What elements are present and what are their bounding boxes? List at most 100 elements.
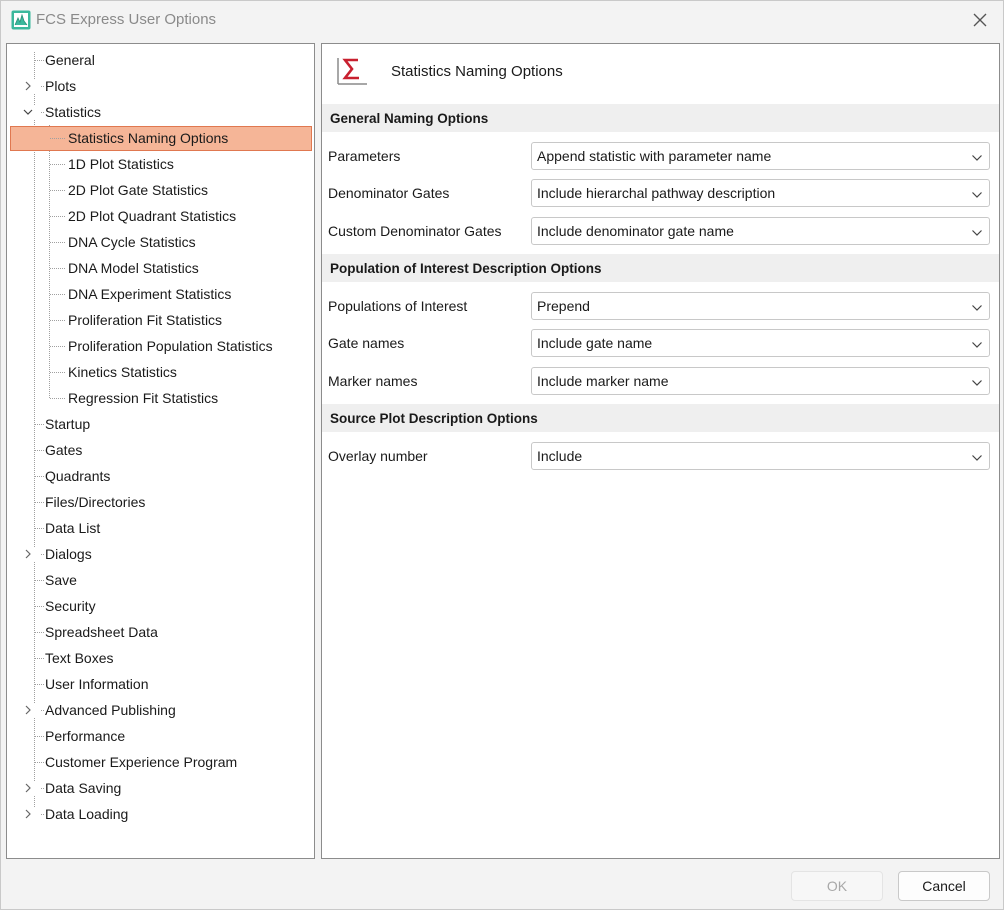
option-label-custom-denominator-gates: Custom Denominator Gates (328, 223, 502, 239)
tree-guide-line (41, 710, 44, 711)
chevron-down-icon (971, 301, 983, 313)
chevron-down-icon[interactable] (21, 105, 35, 119)
option-label-parameters: Parameters (328, 148, 401, 164)
tree-item-statistics[interactable]: Statistics (7, 99, 314, 125)
tree-guide-line (34, 450, 44, 451)
tree-item-advanced-publishing[interactable]: Advanced Publishing (7, 697, 314, 723)
tree-guide-line (34, 658, 44, 659)
option-label-marker-names: Marker names (328, 373, 418, 389)
tree-guide-line (34, 736, 44, 737)
tree-item-label: Security (45, 598, 96, 614)
tree-item-1d-plot-statistics[interactable]: 1D Plot Statistics (7, 151, 314, 177)
tree-item-label: 1D Plot Statistics (68, 156, 174, 172)
tree-item-proliferation-fit-statistics[interactable]: Proliferation Fit Statistics (7, 307, 314, 333)
tree-item-text-boxes[interactable]: Text Boxes (7, 645, 314, 671)
tree-guide-line (34, 606, 44, 607)
select-denominator-gates[interactable]: Include hierarchal pathway description (531, 179, 990, 207)
tree-item-security[interactable]: Security (7, 593, 314, 619)
select-value: Include denominator gate name (537, 223, 734, 239)
tree-item-customer-experience-program[interactable]: Customer Experience Program (7, 749, 314, 775)
tree-item-dna-cycle-statistics[interactable]: DNA Cycle Statistics (7, 229, 314, 255)
select-marker-names[interactable]: Include marker name (531, 367, 990, 395)
tree-item-label: Data Saving (45, 780, 122, 796)
tree-guide-line (50, 320, 65, 321)
tree-guide-line (50, 398, 65, 399)
cancel-button[interactable]: Cancel (898, 871, 990, 901)
tree-item-dna-experiment-statistics[interactable]: DNA Experiment Statistics (7, 281, 314, 307)
tree-item-label: General (45, 52, 95, 68)
tree-item-quadrants[interactable]: Quadrants (7, 463, 314, 489)
tree-guide-line (50, 294, 65, 295)
tree-item-startup[interactable]: Startup (7, 411, 314, 437)
tree-guide-line (50, 372, 65, 373)
chevron-down-icon (971, 151, 983, 163)
chevron-right-icon[interactable] (21, 807, 35, 821)
tree-item-label: Save (45, 572, 77, 588)
chevron-right-icon[interactable] (21, 781, 35, 795)
tree-item-dialogs[interactable]: Dialogs (7, 541, 314, 567)
tree-item-gates[interactable]: Gates (7, 437, 314, 463)
tree-guide-line (50, 242, 65, 243)
select-overlay-number[interactable]: Include (531, 442, 990, 470)
tree-item-user-information[interactable]: User Information (7, 671, 314, 697)
tree-item-statistics-naming-options[interactable]: Statistics Naming Options (7, 125, 314, 151)
content-header: Statistics Naming Options (322, 44, 999, 102)
content-panel: Statistics Naming Options General Naming… (321, 43, 1000, 859)
tree-item-label: Performance (45, 728, 126, 744)
tree-item-dna-model-statistics[interactable]: DNA Model Statistics (7, 255, 314, 281)
tree-guide-line (41, 86, 44, 87)
tree-guide-line (34, 60, 44, 61)
option-label-overlay-number: Overlay number (328, 448, 428, 464)
tree-guide-line (41, 112, 44, 113)
tree-item-data-loading[interactable]: Data Loading (7, 801, 314, 827)
options-dialog: FCS Express User Options General Plots Sta… (0, 0, 1004, 910)
tree-item-label: Text Boxes (45, 650, 114, 666)
option-label-denominator-gates: Denominator Gates (328, 185, 450, 201)
tree-guide-line (34, 580, 44, 581)
title-bar: FCS Express User Options (1, 1, 1003, 39)
tree-item-2d-plot-quadrant-statistics[interactable]: 2D Plot Quadrant Statistics (7, 203, 314, 229)
section-header: Source Plot Description Options (322, 404, 999, 432)
select-parameters[interactable]: Append statistic with parameter name (531, 142, 990, 170)
page-title: Statistics Naming Options (391, 63, 563, 80)
tree-item-data-saving[interactable]: Data Saving (7, 775, 314, 801)
close-button[interactable] (965, 5, 995, 35)
tree-item-label: Proliferation Fit Statistics (68, 312, 223, 328)
tree-guide-line (50, 190, 65, 191)
tree-item-save[interactable]: Save (7, 567, 314, 593)
tree-item-2d-plot-gate-statistics[interactable]: 2D Plot Gate Statistics (7, 177, 314, 203)
tree-item-label: DNA Cycle Statistics (68, 234, 196, 250)
tree-guide-line (34, 762, 44, 763)
tree-item-plots[interactable]: Plots (7, 73, 314, 99)
app-icon (11, 10, 31, 30)
tree-item-kinetics-statistics[interactable]: Kinetics Statistics (7, 359, 314, 385)
tree-item-files-directories[interactable]: Files/Directories (7, 489, 314, 515)
tree-item-proliferation-population-statistics[interactable]: Proliferation Population Statistics (7, 333, 314, 359)
tree-item-performance[interactable]: Performance (7, 723, 314, 749)
select-custom-denominator-gates[interactable]: Include denominator gate name (531, 217, 990, 245)
option-label-populations-of-interest: Populations of Interest (328, 298, 468, 314)
tree-guide-line (50, 216, 65, 217)
section-header: Population of Interest Description Optio… (322, 254, 999, 282)
select-value: Append statistic with parameter name (537, 148, 772, 164)
chevron-right-icon[interactable] (21, 703, 35, 717)
select-gate-names[interactable]: Include gate name (531, 329, 990, 357)
tree-item-regression-fit-statistics[interactable]: Regression Fit Statistics (7, 385, 314, 411)
chevron-down-icon (971, 188, 983, 200)
tree-item-data-list[interactable]: Data List (7, 515, 314, 541)
chevron-right-icon[interactable] (21, 547, 35, 561)
option-label-gate-names: Gate names (328, 335, 405, 351)
tree-item-label: Kinetics Statistics (68, 364, 177, 380)
tree-guide-line (34, 502, 44, 503)
tree-item-spreadsheet-data[interactable]: Spreadsheet Data (7, 619, 314, 645)
tree-guide-line (34, 528, 44, 529)
select-populations-of-interest[interactable]: Prepend (531, 292, 990, 320)
tree-item-label: 2D Plot Quadrant Statistics (68, 208, 237, 224)
chevron-right-icon[interactable] (21, 79, 35, 93)
ok-button[interactable]: OK (791, 871, 883, 901)
tree-guide-line (50, 346, 65, 347)
select-value: Include gate name (537, 335, 653, 351)
tree-item-label: Proliferation Population Statistics (68, 338, 273, 354)
tree-item-general[interactable]: General (7, 47, 314, 73)
tree-item-label: Advanced Publishing (45, 702, 176, 718)
